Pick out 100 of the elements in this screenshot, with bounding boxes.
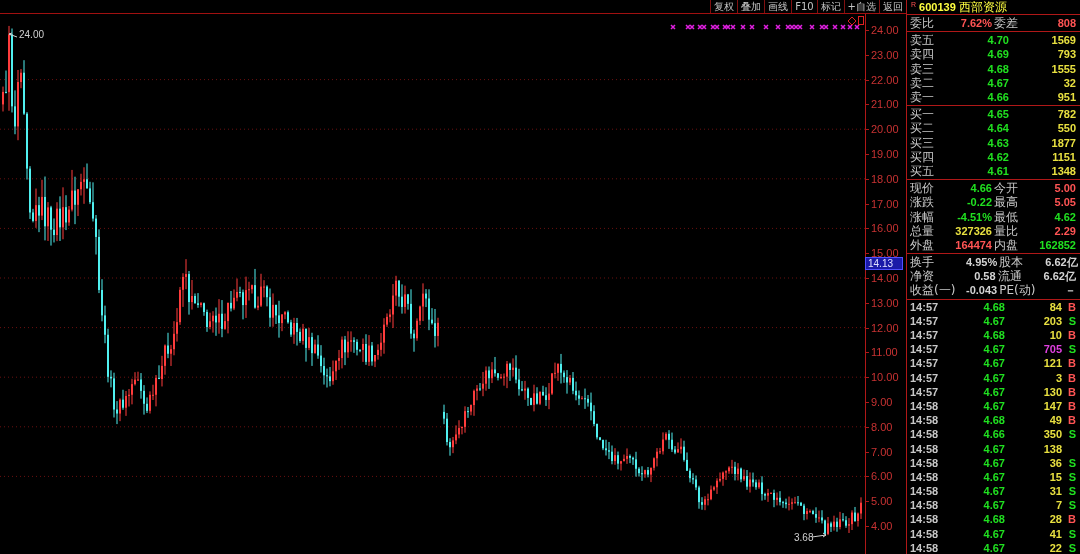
- field-label: 股本: [999, 255, 1025, 270]
- trade-price: 4.67: [982, 370, 1006, 385]
- trade-side: B: [1067, 356, 1077, 371]
- leader-line: [8, 32, 18, 38]
- field-value: 2.29: [1053, 223, 1077, 238]
- trade-volume: 31: [1048, 484, 1063, 499]
- field-label: 最低: [994, 209, 1019, 224]
- trade-time: 14:57: [910, 356, 940, 371]
- axis-label: 5.00: [871, 495, 893, 508]
- order-price: 4.70: [986, 33, 1010, 48]
- axis-label: 23.00: [871, 48, 899, 61]
- order-level-label: 买五: [910, 163, 935, 178]
- toolbar-button[interactable]: 标记: [816, 0, 844, 13]
- trade-time: 14:58: [910, 512, 940, 527]
- trade-time: 14:58: [910, 441, 940, 456]
- order-price: 4.65: [986, 107, 1010, 122]
- trade-time: 14:57: [910, 299, 940, 314]
- field-value: 327326: [954, 223, 993, 238]
- trade-price: 4.67: [982, 498, 1006, 513]
- axis-label: 9.00: [871, 396, 893, 408]
- trade-volume: 22: [1048, 540, 1063, 554]
- field-label: 外盘: [910, 237, 935, 252]
- trade-time: 14:58: [910, 540, 940, 554]
- axis-label: 22.00: [871, 73, 899, 86]
- trade-price: 4.68: [982, 299, 1006, 314]
- trade-price: 4.67: [982, 526, 1006, 541]
- order-price: 4.64: [986, 121, 1010, 136]
- trade-volume: 10: [1048, 328, 1063, 343]
- trade-side: S: [1067, 498, 1077, 513]
- trade-time: 14:58: [910, 427, 940, 442]
- field-value: 7.62%: [959, 16, 993, 31]
- trade-side: S: [1067, 484, 1077, 499]
- trade-volume: 121: [1042, 356, 1063, 371]
- axis-label: 18.00: [871, 172, 899, 185]
- axis-label: 10.00: [871, 371, 899, 384]
- trade-volume: 203: [1042, 313, 1063, 328]
- axis-label: 11.00: [871, 346, 898, 359]
- field-label: 现价: [910, 181, 935, 196]
- trade-volume: 350: [1042, 427, 1063, 442]
- field-label: 委比: [910, 16, 935, 31]
- order-level-label: 买一: [910, 107, 935, 122]
- trade-price: 4.68: [982, 413, 1006, 428]
- axis-label: 17.00: [871, 197, 899, 210]
- trade-volume: 130: [1042, 384, 1063, 399]
- axis-label: 13.00: [871, 296, 899, 309]
- square-icon[interactable]: [858, 16, 864, 25]
- axis-label: 7.00: [871, 445, 893, 458]
- cursor-price-label: 14.13: [865, 256, 903, 270]
- trade-price: 4.67: [982, 342, 1006, 357]
- stock-code: 600139: [919, 1, 956, 13]
- trade-price: 4.68: [982, 512, 1006, 527]
- trade-price: 4.66: [982, 427, 1006, 442]
- field-value: 4.95%: [966, 255, 998, 270]
- field-value: 5.00: [1053, 181, 1077, 196]
- low-price-label: 3.68: [794, 532, 814, 543]
- order-price: 4.61: [986, 163, 1010, 178]
- trade-time: 14:58: [910, 526, 940, 541]
- order-level-label: 卖二: [910, 75, 935, 90]
- trade-side: S: [1067, 540, 1077, 554]
- trade-time: 14:58: [910, 413, 940, 428]
- trade-side: S: [1067, 313, 1077, 328]
- order-level-label: 卖三: [910, 61, 935, 76]
- diamond-icon[interactable]: [847, 16, 857, 26]
- toolbar-button[interactable]: +自选: [843, 0, 879, 13]
- axis-label: 14.00: [871, 272, 899, 284]
- field-value: -4.51%: [956, 209, 993, 224]
- trade-side: B: [1067, 328, 1077, 343]
- trade-side: B: [1067, 299, 1077, 314]
- trade-volume: 7: [1054, 498, 1063, 513]
- field-value: -0.22: [965, 195, 993, 210]
- field-value: 164474: [954, 237, 993, 252]
- trade-time: 14:57: [910, 342, 940, 357]
- trade-price: 4.67: [982, 540, 1006, 554]
- axis-label: 6.00: [871, 470, 893, 483]
- order-volume: 1555: [1050, 61, 1077, 76]
- trade-volume: 41: [1048, 526, 1063, 541]
- trade-side: B: [1067, 384, 1077, 399]
- field-label: 涨跌: [910, 195, 935, 210]
- axis-label: 8.00: [871, 420, 893, 433]
- order-volume: 782: [1056, 107, 1077, 122]
- field-label: 涨幅: [910, 209, 935, 224]
- trade-volume: 705: [1042, 342, 1063, 357]
- field-value: 0.58: [973, 269, 997, 284]
- trade-side: S: [1067, 469, 1077, 484]
- trade-time: 14:57: [910, 384, 940, 399]
- order-volume: 550: [1056, 121, 1077, 136]
- axis-label: 21.00: [871, 98, 899, 111]
- field-label: 委差: [994, 16, 1019, 31]
- trade-time: 14:58: [910, 398, 940, 413]
- trade-volume: 147: [1042, 398, 1063, 413]
- order-level-label: 卖五: [910, 33, 935, 48]
- trade-side: S: [1067, 526, 1077, 541]
- trade-time: 14:57: [910, 370, 940, 385]
- trade-volume: 49: [1048, 413, 1063, 428]
- field-value: 4.62: [1053, 209, 1077, 224]
- field-value: 808: [1056, 16, 1077, 31]
- trade-price: 4.67: [982, 469, 1006, 484]
- order-volume: 32: [1062, 75, 1077, 90]
- order-price: 4.62: [986, 149, 1010, 164]
- trade-volume: 36: [1048, 455, 1063, 470]
